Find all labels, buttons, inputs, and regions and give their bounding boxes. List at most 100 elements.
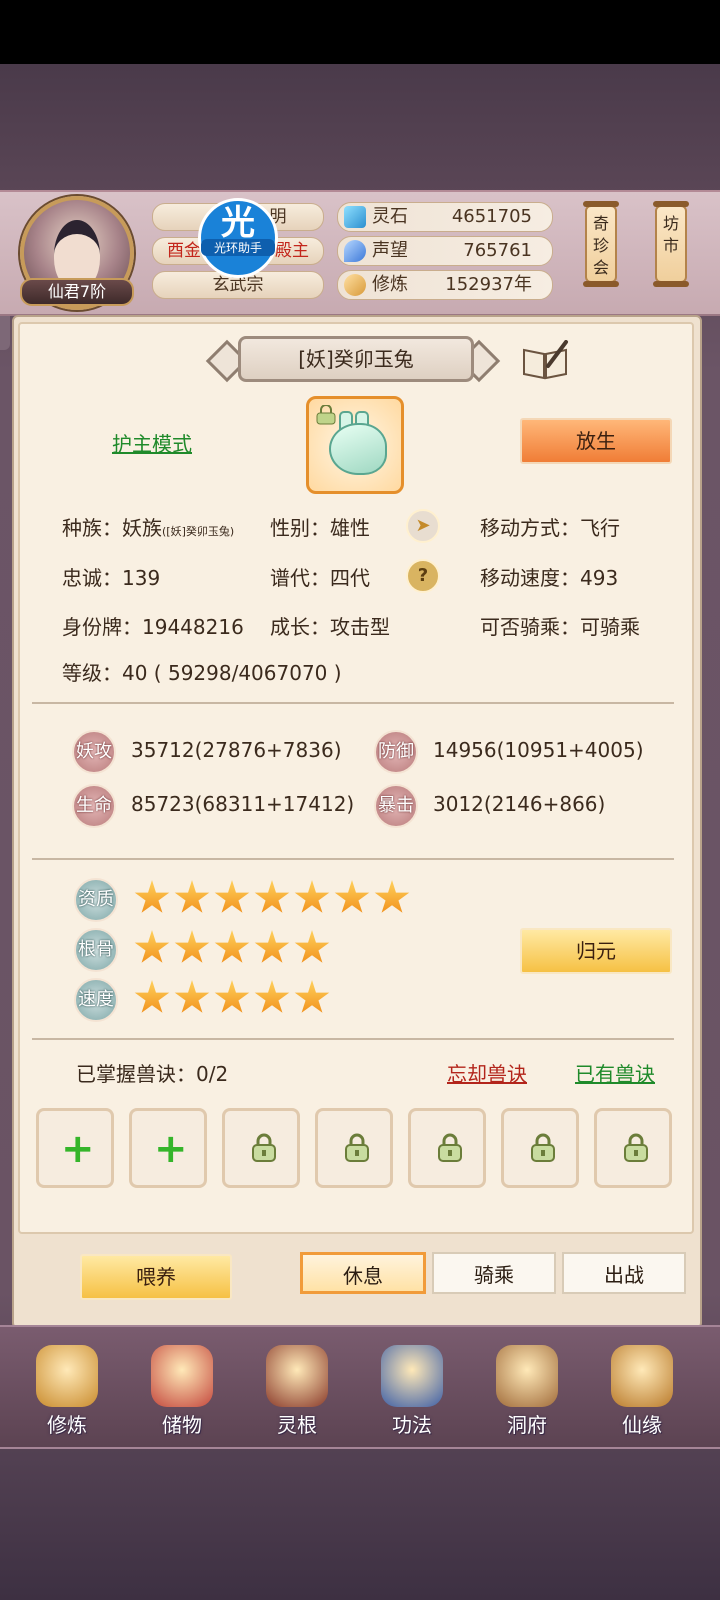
lock-icon (438, 1133, 462, 1162)
star-icon (214, 880, 250, 913)
divider (32, 858, 674, 860)
pet-generation: 谱代：四代 (270, 566, 370, 590)
star-icon (174, 980, 210, 1013)
help-icon[interactable]: ? (406, 559, 440, 593)
speed-icon: 速度 (74, 978, 118, 1022)
resource-value: 765761 (463, 240, 532, 261)
skills-mastered-count: 已掌握兽诀：0/2 (76, 1062, 229, 1086)
resource-label: 修炼 (372, 274, 408, 295)
pet-growth: 成长：攻击型 (270, 615, 390, 639)
lock-icon (624, 1133, 648, 1162)
battle-button[interactable]: 出战 (562, 1252, 686, 1294)
attack-icon: 妖攻 (72, 730, 116, 774)
forget-skill-link[interactable]: 忘却兽诀 (447, 1058, 527, 1087)
ride-button[interactable]: 骑乘 (432, 1252, 556, 1294)
meditation-icon (344, 274, 366, 296)
lock-icon (345, 1133, 369, 1162)
star-icon (294, 880, 330, 913)
bone-icon: 根骨 (74, 928, 118, 972)
locked-skill-slot[interactable] (594, 1108, 672, 1188)
nav-item-technique-book[interactable]: 功法 (367, 1345, 457, 1440)
pet-id-tag: 身份牌：19448216 (62, 615, 244, 639)
cave-house-icon (496, 1345, 558, 1407)
resource-label: 声望 (372, 240, 408, 261)
pet-move-speed: 移动速度：493 (480, 566, 619, 590)
pet-title: [妖]癸卯玉兔 (238, 336, 474, 382)
star-icon (294, 930, 330, 963)
nav-label: 灵根 (277, 1413, 317, 1437)
nav-item-cave-house[interactable]: 洞府 (482, 1345, 572, 1440)
star-icon (174, 880, 210, 913)
rest-button[interactable]: 休息 (300, 1252, 426, 1294)
star-icon (334, 880, 370, 913)
bone-stars (134, 930, 334, 966)
resource-value: 152937年 (445, 274, 532, 295)
resource-reputation: 声望 765761 (337, 236, 553, 266)
spirit-stone-icon (344, 206, 366, 228)
stat-attack-value: 35712(27876+7836) (131, 738, 342, 762)
nav-item-cultivate[interactable]: 修炼 (22, 1345, 112, 1440)
add-skill-slot[interactable]: + (129, 1108, 207, 1188)
pet-level: 等级：40 ( 59298/4067070 ) (62, 661, 342, 685)
player-title-right: 殿主 (275, 241, 309, 261)
treasure-fair-button[interactable]: 奇珍会 (583, 201, 619, 287)
resource-cultivation: 修炼 152937年 (337, 270, 553, 300)
star-icon (214, 980, 250, 1013)
stat-defense-value: 14956(10951+4005) (433, 738, 644, 762)
nav-label: 功法 (392, 1413, 432, 1437)
lock-icon (531, 1133, 555, 1162)
market-button[interactable]: 坊市 (653, 201, 689, 287)
pet-title-plate: [妖]癸卯玉兔 (205, 334, 501, 383)
feed-button[interactable]: 喂养 (80, 1254, 232, 1300)
star-icon (254, 930, 290, 963)
add-skill-slot[interactable]: + (36, 1108, 114, 1188)
pet-rideable: 可否骑乘：可骑乘 (480, 615, 640, 639)
player-rank-badge: 仙君7阶 (20, 278, 134, 306)
player-title-left: 酉金 (167, 241, 201, 261)
locked-skill-slot[interactable] (315, 1108, 393, 1188)
resource-value: 4651705 (451, 206, 532, 227)
resource-spirit-stone: 灵石 4651705 (337, 202, 553, 232)
stat-critical-value: 3012(2146+866) (433, 792, 606, 816)
spirit-root-icon (266, 1345, 328, 1407)
star-icon (134, 930, 170, 963)
aptitude-icon: 资质 (74, 878, 118, 922)
lock-icon (316, 405, 336, 425)
aptitude-stars (134, 880, 414, 916)
pet-portrait[interactable] (306, 396, 404, 494)
divider (32, 1038, 674, 1040)
nav-item-storage-bag[interactable]: 储物 (137, 1345, 227, 1440)
star-icon (254, 980, 290, 1013)
star-icon (294, 980, 330, 1013)
nav-item-fate-gourd[interactable]: 仙缘 (597, 1345, 687, 1440)
locked-skill-slot[interactable] (501, 1108, 579, 1188)
locked-skill-slot[interactable] (222, 1108, 300, 1188)
treasure-fair-label: 奇珍会 (592, 214, 609, 277)
nav-label: 储物 (162, 1413, 202, 1437)
watermark-logo: 光 光环助手 (198, 198, 278, 278)
reputation-icon (344, 240, 366, 262)
plus-icon: + (154, 1126, 188, 1172)
pet-loyalty: 忠诚：139 (62, 566, 161, 590)
defense-icon: 防御 (374, 730, 418, 774)
pet-race: 种族：妖族([妖]癸卯玉兔) (62, 512, 234, 541)
nav-item-spirit-root[interactable]: 灵根 (252, 1345, 342, 1440)
star-icon (134, 980, 170, 1013)
star-icon (134, 880, 170, 913)
locked-skill-slot[interactable] (408, 1108, 486, 1188)
speed-stars (134, 980, 334, 1016)
gender-arrow-icon[interactable]: ➤ (406, 509, 440, 543)
release-button[interactable]: 放生 (520, 418, 672, 464)
storage-bag-icon (151, 1345, 213, 1407)
star-icon (174, 930, 210, 963)
resource-label: 灵石 (372, 206, 408, 227)
guard-mode-link[interactable]: 护主模式 (112, 428, 192, 457)
pet-race-detail: ([妖]癸卯玉兔) (162, 525, 235, 538)
divider (32, 702, 674, 704)
owned-skills-link[interactable]: 已有兽诀 (575, 1058, 655, 1087)
plus-icon: + (61, 1126, 95, 1172)
status-bar (0, 0, 720, 64)
jade-rabbit-icon (329, 423, 387, 475)
reset-aptitude-button[interactable]: 归元 (520, 928, 672, 974)
rename-book-icon[interactable] (520, 340, 570, 380)
